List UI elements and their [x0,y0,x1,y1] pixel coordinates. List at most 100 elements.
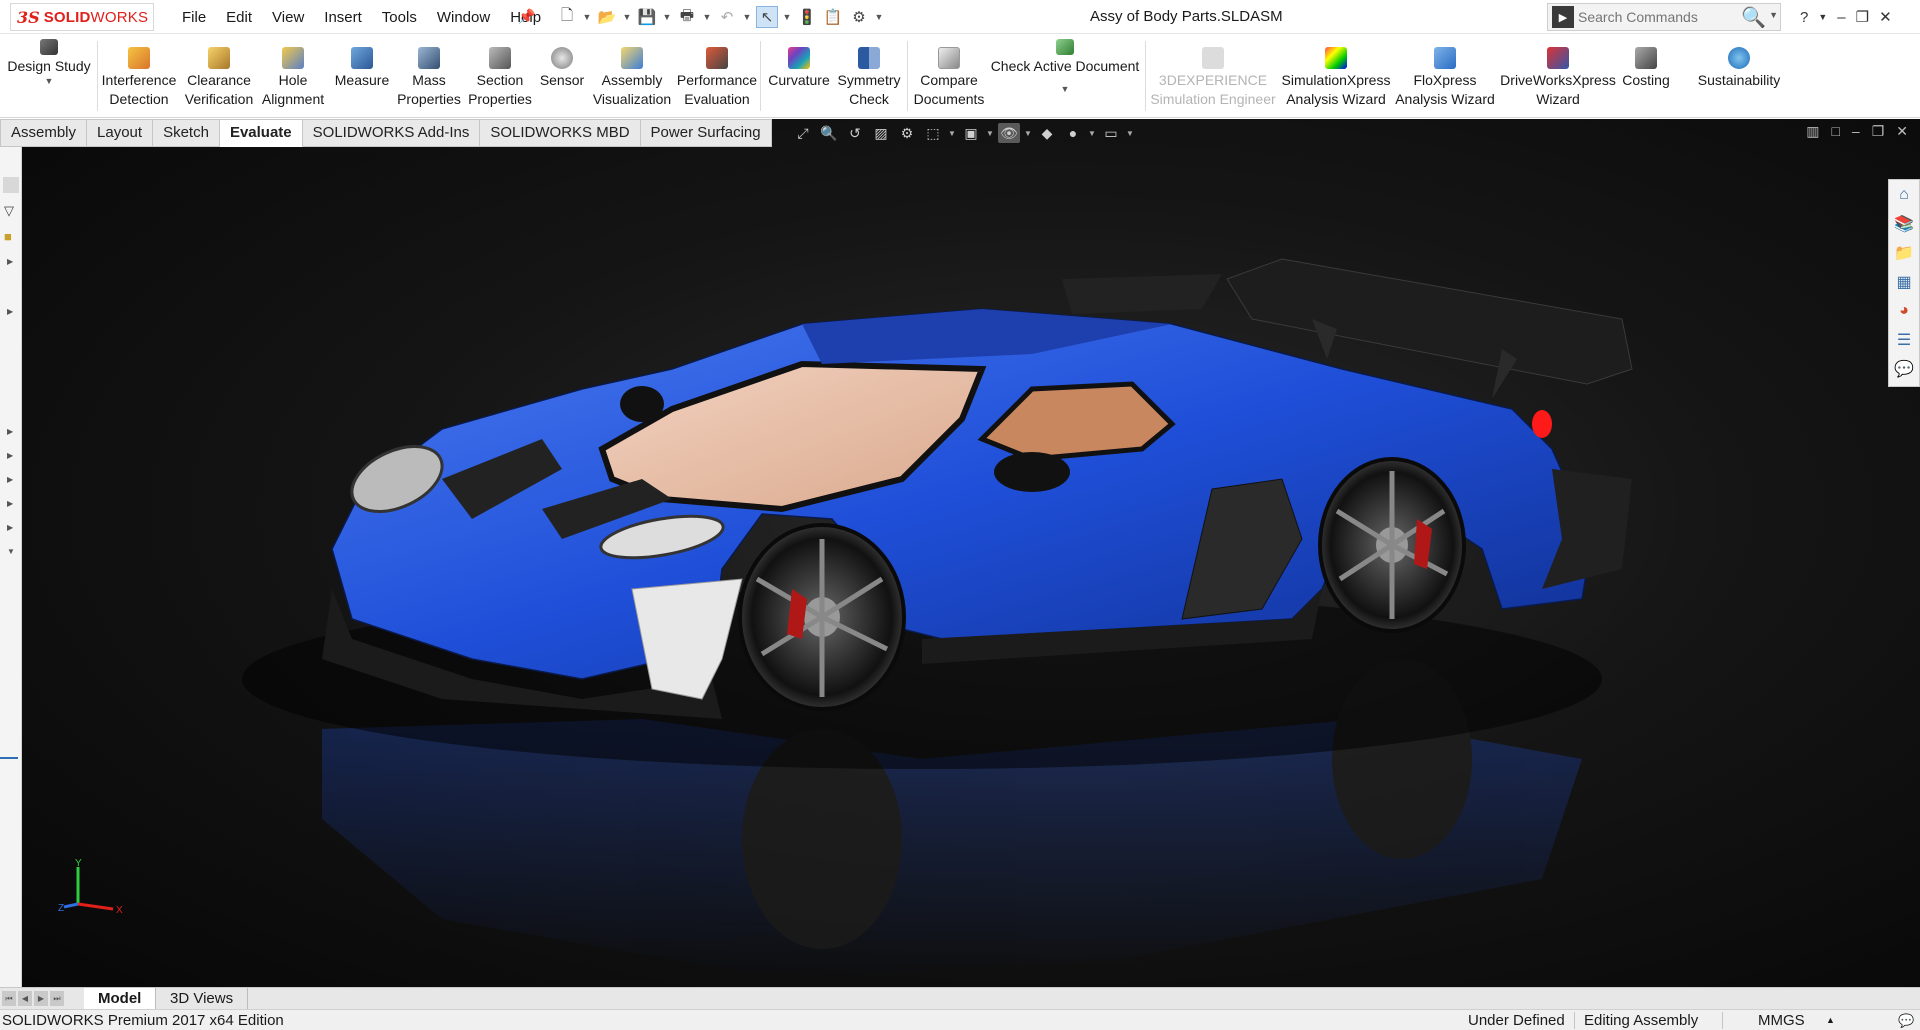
tab-model[interactable]: Model [84,988,157,1010]
minimize-icon[interactable]: – [1852,123,1860,140]
driveworksxpress-button[interactable]: DriveWorksXpress Wizard [1498,35,1618,118]
new-document-icon[interactable]: 🗋 [556,6,578,28]
help-icon[interactable]: ? [1800,9,1808,26]
close-icon[interactable]: ✕ [1896,123,1908,140]
chevron-down-icon[interactable]: ▼ [622,12,632,22]
tab-sketch[interactable]: Sketch [153,119,220,147]
first-tab-icon[interactable]: ⏮ [2,991,16,1006]
interference-detection-button[interactable]: Interference Detection [100,35,178,118]
panel-splitter[interactable] [0,757,18,759]
menu-file[interactable]: File [172,9,216,26]
costing-button[interactable]: Costing [1618,35,1674,118]
display-style-icon[interactable]: ▣ [960,123,982,143]
chevron-down-icon[interactable]: ▼ [1769,10,1778,20]
chevron-down-icon[interactable]: ▼ [1024,129,1032,138]
design-library-icon[interactable]: 📚 [1889,209,1919,238]
menu-view[interactable]: View [262,9,314,26]
clearance-verification-button[interactable]: Clearance Verification [180,35,258,118]
assembly-icon[interactable]: ■ [4,229,12,244]
search-icon[interactable]: 🔍 [1741,5,1766,30]
simulationxpress-button[interactable]: SimulationXpress Analysis Wizard [1280,35,1392,118]
chevron-down-icon[interactable]: ▼ [1126,129,1134,138]
dynamic-annotation-icon[interactable]: ⚙ [896,123,918,143]
edit-appearance-icon[interactable]: ◆ [1036,123,1058,143]
chevron-right-icon[interactable]: ▶ [7,499,13,508]
section-properties-button[interactable]: Section Properties [464,35,536,118]
view-settings-icon[interactable]: ▭ [1100,123,1122,143]
expand-panel-icon[interactable] [3,177,19,193]
single-view-icon[interactable]: □ [1831,123,1839,140]
hole-alignment-button[interactable]: Hole Alignment [258,35,328,118]
chevron-right-icon[interactable]: ▶ [7,523,13,532]
view-palette-icon[interactable]: ▦ [1889,267,1919,296]
gear-icon[interactable]: ⚙ [848,6,870,28]
chevron-right-icon[interactable]: ▶ [7,257,13,266]
graphics-area[interactable]: ⤢ 🔍 ↺ ▨ ⚙ ⬚ ▼ ▣ ▼ 👁 ▼ ◆ ● ▼ ▭ ▼ ▥ □ – ❐ ✕ Y X… [22,119,1920,987]
3dexperience-simulation-button[interactable]: 3DEXPERIENCE Simulation Engineer [1148,35,1278,118]
tab-power-surfacing[interactable]: Power Surfacing [640,119,772,147]
chevron-down-icon[interactable]: ▼ [582,12,592,22]
chevron-down-icon[interactable]: ▼ [742,12,752,22]
zoom-to-area-icon[interactable]: 🔍 [818,123,840,143]
file-explorer-icon[interactable]: 📁 [1889,238,1919,267]
restore-icon[interactable]: ❐ [1856,8,1869,26]
hide-show-items-icon[interactable]: 👁 [998,123,1020,143]
compare-documents-button[interactable]: Compare Documents [910,35,988,118]
last-tab-icon[interactable]: ⏭ [50,991,64,1006]
chevron-down-icon[interactable]: ▼ [1088,129,1096,138]
custom-properties-icon[interactable]: ☰ [1889,325,1919,354]
zoom-to-fit-icon[interactable]: ⤢ [792,123,814,143]
measure-button[interactable]: Measure [330,35,394,118]
minimize-icon[interactable]: – [1837,9,1845,26]
mass-properties-button[interactable]: Mass Properties [394,35,464,118]
view-orientation-icon[interactable]: ⬚ [922,123,944,143]
performance-evaluation-button[interactable]: Performance Evaluation [676,35,758,118]
menu-tools[interactable]: Tools [372,9,427,26]
pin-icon[interactable]: 📌 [518,8,535,26]
print-icon[interactable]: 🖶 [676,6,698,28]
chevron-right-icon[interactable]: ▶ [7,451,13,460]
sensor-button[interactable]: Sensor [536,35,588,118]
apply-scene-icon[interactable]: ● [1062,123,1084,143]
section-view-icon[interactable]: ▨ [870,123,892,143]
appearances-icon[interactable]: ◕ [1889,296,1919,325]
filter-icon[interactable]: ▽ [4,203,14,219]
chevron-down-icon[interactable]: ▼ [986,129,994,138]
unit-system[interactable]: MMGS [1758,1010,1805,1030]
chevron-down-icon[interactable]: ▼ [948,129,956,138]
symmetry-check-button[interactable]: Symmetry Check [834,35,904,118]
assembly-visualization-button[interactable]: Assembly Visualization [588,35,676,118]
design-study-button[interactable]: Design Study ▼ [4,35,94,118]
forum-icon[interactable]: 💬 [1889,354,1919,383]
check-active-document-button[interactable]: Check Active Document ▼ [990,35,1140,118]
previous-view-icon[interactable]: ↺ [844,123,866,143]
search-commands[interactable]: ▶ 🔍 ▼ [1547,3,1781,31]
traffic-light-icon[interactable]: 🚦 [796,6,818,28]
restore-icon[interactable]: ❐ [1872,123,1885,140]
undo-icon[interactable]: ↶ [716,6,738,28]
chevron-down-icon[interactable]: ▼ [1818,12,1827,22]
chevron-down-icon[interactable]: ▼ [662,12,672,22]
curvature-button[interactable]: Curvature [764,35,834,118]
select-pointer-icon[interactable]: ↖ [756,6,778,28]
tab-solidworks-mbd[interactable]: SOLIDWORKS MBD [480,119,641,147]
car-model[interactable] [22,119,1920,987]
close-icon[interactable]: ✕ [1879,8,1892,26]
menu-insert[interactable]: Insert [314,9,372,26]
tab-assembly[interactable]: Assembly [0,119,88,147]
split-view-icon[interactable]: ▥ [1806,123,1819,140]
chevron-down-icon[interactable]: ▼ [7,547,15,556]
save-icon[interactable]: 💾 [636,6,658,28]
chevron-down-icon[interactable]: ▼ [782,12,792,22]
menu-edit[interactable]: Edit [216,9,262,26]
search-input[interactable] [1578,9,1728,25]
solidworks-logo[interactable]: 3S SOLIDWORKS [10,3,154,31]
chevron-right-icon[interactable]: ▶ [7,427,13,436]
tab-layout[interactable]: Layout [87,119,154,147]
home-icon[interactable]: ⌂ [1889,180,1919,209]
tab-3d-views[interactable]: 3D Views [156,988,249,1010]
sustainability-button[interactable]: Sustainability [1690,35,1788,118]
file-properties-icon[interactable]: 📋 [822,6,844,28]
next-tab-icon[interactable]: ▶ [34,991,48,1006]
floxpress-button[interactable]: FloXpress Analysis Wizard [1394,35,1496,118]
